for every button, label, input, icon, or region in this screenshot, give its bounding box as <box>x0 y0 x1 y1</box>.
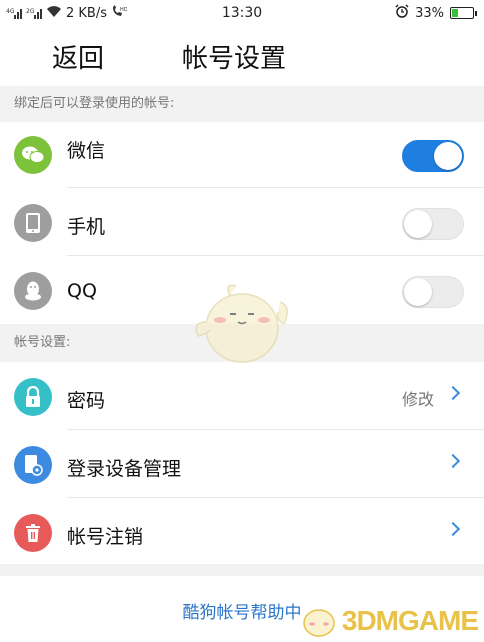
settings-row-device-management[interactable]: 登录设备管理 <box>0 432 484 498</box>
alarm-icon <box>395 4 409 22</box>
site-watermark: 3DMGAME <box>300 604 479 638</box>
battery-fill <box>452 9 458 17</box>
qq-toggle[interactable] <box>402 276 464 308</box>
nav-bar: 返回 帐号设置 <box>0 28 484 84</box>
device-settings-icon <box>14 446 52 484</box>
battery-icon <box>450 7 477 19</box>
phone-icon <box>14 204 52 242</box>
watermark-text: 3DMGAME <box>341 605 479 636</box>
chevron-right-icon <box>445 385 461 401</box>
modify-label: 修改 <box>401 390 434 409</box>
page-title: 帐号设置 <box>182 44 287 74</box>
watermark-logo-icon <box>303 609 335 637</box>
bind-row-phone: 手机 <box>0 190 484 256</box>
divider <box>67 255 484 256</box>
divider <box>67 187 484 188</box>
device-management-label: 登录设备管理 <box>67 458 182 480</box>
wechat-label: 微信 <box>67 140 106 162</box>
settings-row-account-cancel[interactable]: 帐号注销 <box>0 500 484 566</box>
wechat-icon <box>14 136 52 174</box>
back-button[interactable]: 返回 <box>52 38 104 75</box>
chevron-right-icon <box>445 521 461 537</box>
account-cancel-label: 帐号注销 <box>67 526 144 548</box>
mascot-watermark <box>190 272 294 368</box>
toggle-knob <box>404 278 432 306</box>
qq-icon <box>14 272 52 310</box>
battery-percent: 33% <box>415 5 444 21</box>
status-right: 33% <box>395 4 477 22</box>
trash-icon <box>14 514 52 552</box>
password-label: 密码 <box>67 390 106 412</box>
section-gap <box>0 564 484 576</box>
wechat-toggle[interactable] <box>402 140 464 172</box>
settings-row-password[interactable]: 密码 修改 <box>0 364 484 430</box>
phone-toggle[interactable] <box>402 208 464 240</box>
status-bar: 4G 2G 2 KB/s HD 13:30 33% <box>0 0 484 28</box>
qq-label: QQ <box>67 280 97 302</box>
divider <box>67 497 484 498</box>
bind-row-wechat: 微信 <box>0 122 484 188</box>
lock-icon <box>14 378 52 416</box>
toggle-knob <box>404 210 432 238</box>
toggle-knob <box>434 142 462 170</box>
chevron-right-icon <box>445 453 461 469</box>
divider <box>67 429 484 430</box>
bound-accounts-header: 绑定后可以登录使用的帐号: <box>0 86 484 122</box>
phone-label: 手机 <box>67 216 106 238</box>
